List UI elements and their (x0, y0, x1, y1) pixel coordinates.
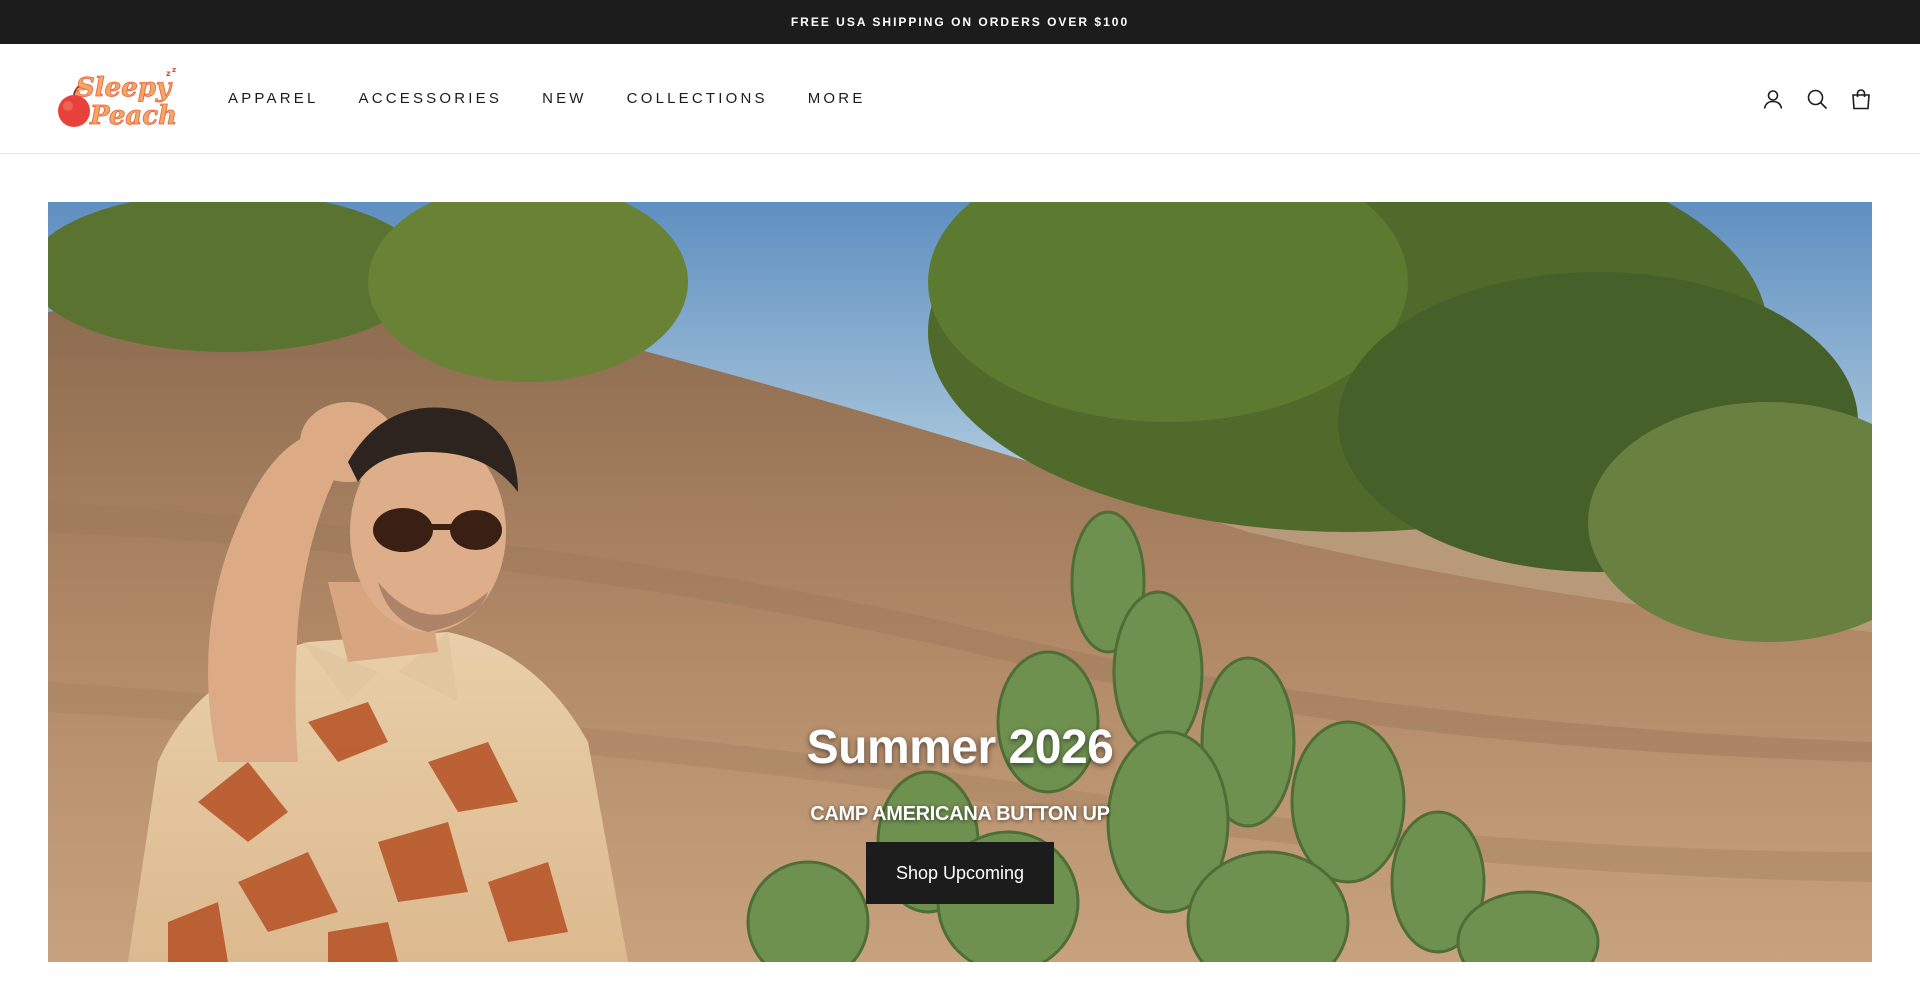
svg-text:z: z (172, 66, 176, 74)
nav-item-apparel[interactable]: APPAREL (228, 90, 319, 107)
nav-item-collections[interactable]: COLLECTIONS (627, 90, 768, 107)
shop-upcoming-button[interactable]: Shop Upcoming (866, 842, 1054, 904)
search-icon[interactable] (1806, 88, 1828, 110)
hero-content: Summer 2026 CAMP AMERICANA BUTTON UP Sho… (48, 720, 1872, 904)
nav-item-new[interactable]: NEW (542, 90, 587, 107)
header-icons (1762, 88, 1872, 110)
hero-banner: Summer 2026 CAMP AMERICANA BUTTON UP Sho… (48, 202, 1872, 962)
logo[interactable]: Sleepy Peach z z (54, 64, 182, 134)
hero-title: Summer 2026 (806, 721, 1114, 774)
main-nav: APPAREL ACCESSORIES NEW COLLECTIONS MORE (228, 90, 906, 107)
announcement-text: FREE USA SHIPPING ON ORDERS OVER $100 (790, 15, 1130, 29)
nav-item-accessories[interactable]: ACCESSORIES (359, 90, 503, 107)
site-header: Sleepy Peach z z APPAREL ACCESSORIES NEW… (0, 44, 1920, 154)
nav-item-more[interactable]: MORE (808, 90, 866, 107)
account-icon[interactable] (1762, 88, 1784, 110)
svg-text:z: z (166, 69, 171, 78)
sleepy-peach-logo: Sleepy Peach z z (58, 66, 177, 131)
announcement-bar: FREE USA SHIPPING ON ORDERS OVER $100 (0, 0, 1920, 44)
cart-icon[interactable] (1850, 88, 1872, 110)
hero-subtitle: CAMP AMERICANA BUTTON UP (810, 803, 1110, 825)
svg-text:Sleepy: Sleepy (76, 73, 173, 103)
svg-text:Peach: Peach (89, 101, 177, 131)
